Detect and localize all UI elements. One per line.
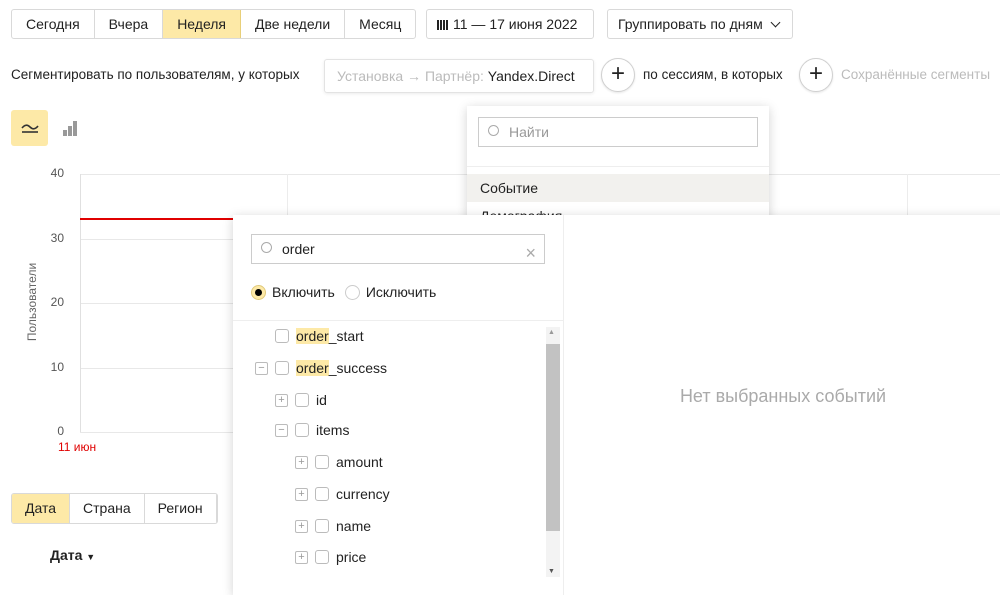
date-column-header[interactable]: Дата ▼ (50, 547, 95, 563)
tree-item-label: _start (328, 328, 364, 344)
include-label: Включить (272, 284, 335, 300)
period-today-button[interactable]: Сегодня (12, 10, 95, 38)
segment-condition-chip[interactable]: Установка → Партнёр: Yandex.Direct (324, 59, 594, 93)
period-yesterday-button[interactable]: Вчера (95, 10, 164, 38)
bar-chart-mode-button[interactable] (60, 114, 84, 142)
search-icon (261, 242, 272, 253)
tree-item[interactable]: + price (295, 545, 366, 569)
event-search-value: order (282, 241, 315, 257)
search-placeholder: Найти (509, 124, 549, 140)
table-dimension-tabs: Дата Страна Регион (11, 493, 218, 524)
condition-prefix: Установка → Партнёр: (337, 68, 484, 84)
y-tick-label: 30 (50, 230, 64, 245)
y-tick-label: 20 (50, 295, 64, 309)
period-selector: Сегодня Вчера Неделя Две недели Месяц (11, 9, 417, 39)
tab-country[interactable]: Страна (70, 494, 145, 523)
expand-icon[interactable]: + (295, 487, 308, 501)
expand-icon[interactable]: + (295, 455, 308, 469)
column-header-label: Дата (50, 547, 83, 563)
filter-item-event[interactable]: Событие (467, 174, 769, 202)
period-week-button[interactable]: Неделя (163, 10, 242, 38)
tree-item[interactable]: + currency (295, 482, 390, 506)
condition-value: Yandex.Direct (487, 68, 575, 84)
exclude-label: Исключить (365, 284, 437, 300)
tree-item[interactable]: + id (275, 388, 327, 412)
tree-item-label: _success (328, 360, 388, 376)
scroll-down-icon[interactable]: ▼ (548, 568, 555, 575)
scrollbar-thumb[interactable] (546, 344, 560, 531)
sort-down-icon: ▼ (86, 552, 96, 562)
tree-item[interactable]: − order _success (255, 356, 387, 380)
period-month-button[interactable]: Месяц (345, 10, 415, 38)
date-range-button[interactable]: 11 — 17 июня 2022 (426, 9, 594, 39)
line-chart-icon (21, 124, 39, 133)
include-exclude-radio: Включить Исключить (251, 284, 436, 300)
bar-chart-icon (63, 121, 77, 136)
exclude-radio[interactable] (344, 284, 360, 300)
tree-item-label: price (336, 549, 367, 565)
collapse-icon[interactable]: − (275, 423, 288, 437)
chevron-down-icon (770, 17, 781, 28)
calendar-icon (437, 20, 449, 30)
scrollbar[interactable]: ▲ ▼ (546, 327, 560, 577)
tab-region[interactable]: Регион (145, 494, 217, 523)
period-two-weeks-button[interactable]: Две недели (241, 10, 346, 38)
checkbox[interactable] (295, 393, 309, 407)
saved-segments-link[interactable]: Сохранённые сегменты (841, 67, 990, 82)
match-highlight: order (296, 328, 329, 344)
expand-icon[interactable]: + (295, 519, 308, 533)
checkbox[interactable] (295, 423, 309, 437)
match-highlight: order (296, 360, 329, 376)
plus-icon: + (610, 60, 625, 87)
checkbox[interactable] (315, 519, 329, 533)
tree-item-label: items (316, 422, 350, 438)
checkbox[interactable] (315, 455, 329, 469)
tab-date[interactable]: Дата (12, 494, 71, 523)
event-panel: order × Включить Исключить order _start − o… (233, 215, 1000, 595)
date-range-label: 11 — 17 июня 2022 (453, 16, 578, 32)
group-by-dropdown[interactable]: Группировать по дням (607, 9, 793, 39)
segment-users-label: Сегментировать по пользователям, у котор… (11, 67, 300, 82)
tree-item[interactable]: order _start (255, 324, 364, 348)
scroll-up-icon[interactable]: ▲ (548, 329, 555, 336)
filter-dropdown: Найти Событие Демография (467, 106, 769, 226)
y-axis (80, 174, 81, 432)
tree-item[interactable]: + name (295, 514, 371, 538)
y-tick-label: 0 (57, 424, 64, 438)
clear-icon[interactable]: × (525, 239, 536, 267)
search-icon (488, 125, 499, 136)
checkbox[interactable] (275, 361, 289, 375)
expand-icon[interactable]: + (295, 550, 308, 564)
checkbox[interactable] (275, 329, 289, 343)
line-chart-mode-button[interactable] (11, 110, 48, 146)
checkbox[interactable] (315, 550, 329, 564)
tree-item-label: currency (336, 486, 390, 502)
x-tick-label: 11 июн (58, 440, 97, 454)
add-session-condition-button[interactable]: + (799, 58, 833, 92)
collapse-icon[interactable]: − (255, 361, 268, 375)
tree-item[interactable]: − items (275, 418, 349, 442)
y-tick-label: 40 (50, 166, 64, 180)
expand-icon[interactable]: + (275, 393, 288, 407)
checkbox[interactable] (315, 487, 329, 501)
segment-sessions-label: по сессиям, в которых (643, 67, 783, 82)
tree-item-label: name (336, 518, 372, 534)
tree-item[interactable]: + amount (295, 450, 383, 474)
y-tick-label: 10 (50, 359, 64, 374)
add-user-condition-button[interactable]: + (601, 58, 635, 92)
tree-item-label: amount (336, 454, 383, 470)
filter-search-input[interactable]: Найти (478, 117, 758, 147)
include-radio[interactable] (251, 284, 266, 300)
plus-icon: + (808, 60, 823, 87)
group-by-label: Группировать по дням (618, 16, 763, 32)
event-search-input[interactable]: order × (251, 234, 545, 264)
series-line (80, 218, 235, 221)
empty-events-message: Нет выбранных событий (679, 386, 887, 406)
tree-item-label: id (316, 392, 327, 408)
